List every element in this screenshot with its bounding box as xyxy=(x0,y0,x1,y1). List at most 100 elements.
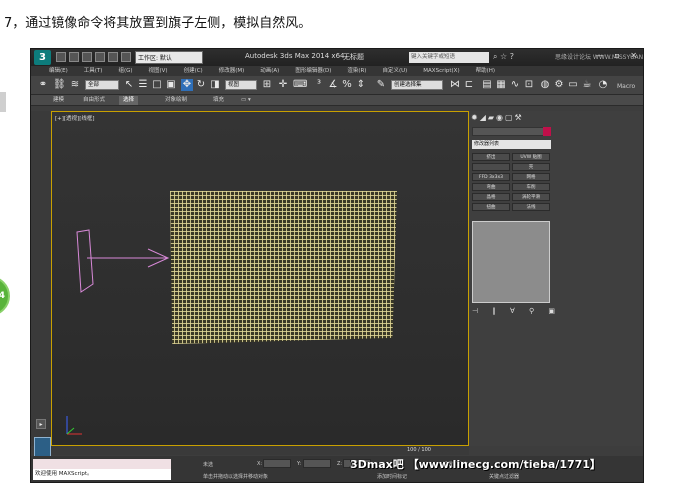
menu-tools[interactable]: 工具(T) xyxy=(84,66,103,76)
time-slider[interactable]: 100 / 100 xyxy=(51,446,469,455)
menu-edit[interactable]: 编辑(E) xyxy=(49,66,68,76)
modifier-button-normal[interactable]: 法线 xyxy=(512,203,550,211)
menu-views[interactable]: 视图(V) xyxy=(149,66,168,76)
menu-rendering[interactable]: 渲染(R) xyxy=(347,66,366,76)
select-by-name-icon[interactable]: ☰ xyxy=(137,79,149,91)
ribbon-tab-object-paint[interactable]: 对象绘制 xyxy=(161,96,191,105)
snaps-toggle-icon[interactable]: ³ xyxy=(313,79,325,91)
ribbon-tab-modeling[interactable]: 建模 xyxy=(49,96,68,105)
selection-filter-select[interactable]: 全部 xyxy=(85,80,119,90)
edit-named-sel-icon[interactable]: ✎ xyxy=(375,79,387,91)
modifier-button-ffd[interactable]: FFD 3x3x3 xyxy=(472,173,510,181)
menu-help[interactable]: 帮助(H) xyxy=(476,66,495,76)
rendered-frame-icon[interactable]: ▭ xyxy=(567,79,579,91)
menu-modifiers[interactable]: 修改器(M) xyxy=(219,66,245,76)
select-object-icon[interactable]: ↖ xyxy=(123,79,135,91)
macro-label: Macro xyxy=(617,83,636,90)
unlink-icon[interactable]: ⛓ xyxy=(53,79,66,91)
menu-create[interactable]: 创建(C) xyxy=(184,66,203,76)
material-editor-icon[interactable]: ◍ xyxy=(539,79,551,91)
save-file-icon[interactable] xyxy=(82,52,92,62)
x-coord-field[interactable] xyxy=(263,459,291,468)
modifier-button-bend[interactable]: 弯曲 xyxy=(472,183,510,191)
keyboard-shortcut-icon[interactable]: ⌨ xyxy=(293,79,307,91)
ribbon: 建模 自由形式 选择 对象绘制 填充 ▭ ▾ xyxy=(31,95,643,106)
side-badge-number: 4 xyxy=(0,291,5,301)
workspace-select[interactable]: 工作区: 默认 xyxy=(135,51,203,64)
ribbon-tab-freeform[interactable]: 自由形式 xyxy=(79,96,109,105)
curve-editor-icon[interactable]: ∿ xyxy=(509,79,521,91)
wind-plane xyxy=(76,229,94,293)
axis-tripod-icon xyxy=(66,416,82,435)
link-icon[interactable]: ⚭ xyxy=(37,79,49,91)
modifier-button-lathe[interactable]: 车削 xyxy=(512,183,550,191)
app-logo-icon[interactable]: 3 xyxy=(34,50,51,65)
ribbon-tab-selection[interactable]: 选择 xyxy=(119,96,139,105)
select-rotate-icon[interactable]: ↻ xyxy=(195,79,207,91)
modifier-list-select[interactable]: 修改器列表 xyxy=(472,140,551,149)
modifier-button-empty[interactable] xyxy=(472,163,510,171)
select-manipulate-icon[interactable]: ✛ xyxy=(277,79,289,91)
menu-group[interactable]: 组(G) xyxy=(118,66,132,76)
menu-bar: 编辑(E) 工具(T) 组(G) 视图(V) 创建(C) 修改器(M) 动画(A… xyxy=(31,66,643,76)
modifier-button-turbosmooth[interactable]: 涡轮平滑 xyxy=(512,193,550,201)
percent-snap-icon[interactable]: % xyxy=(341,79,353,91)
left-strip: ▸ xyxy=(31,111,51,459)
spinner-snap-icon[interactable]: ⇕ xyxy=(355,79,367,91)
project-folder-icon[interactable] xyxy=(121,52,131,62)
modifier-button-uvw[interactable]: UVW 贴图 xyxy=(512,153,550,161)
side-badge: 4 xyxy=(0,276,10,316)
perspective-viewport[interactable]: [+][透视][线框] xyxy=(51,111,469,446)
expand-icon[interactable]: ▸ xyxy=(36,419,46,429)
menu-maxscript[interactable]: MAXScript(X) xyxy=(423,66,459,76)
window-controls[interactable]: — ▫ ✕ xyxy=(596,51,641,60)
bind-spacewarp-icon[interactable]: ≋ xyxy=(69,79,81,91)
forum-watermark: 3Dmax吧 【www.linecg.com/tieba/1771】 xyxy=(350,458,601,471)
menu-customize[interactable]: 自定义(U) xyxy=(382,66,407,76)
reference-coord-select[interactable]: 视图 xyxy=(225,80,257,90)
angle-snap-icon[interactable]: ∡ xyxy=(327,79,339,91)
maxscript-listener[interactable] xyxy=(33,459,171,469)
window-crossing-icon[interactable]: ▣ xyxy=(165,79,177,91)
modifier-stack[interactable] xyxy=(472,221,550,303)
ribbon-tab-populate[interactable]: 填充 xyxy=(209,96,228,105)
stack-controls[interactable]: ⊣ ‖ ∀ ⚲ ▣ xyxy=(472,307,561,315)
modifier-button-shell[interactable]: 壳 xyxy=(512,163,550,171)
object-name-field[interactable] xyxy=(472,127,546,136)
align-icon[interactable]: ⊏ xyxy=(463,79,475,91)
layer-manager-icon[interactable]: ▤ xyxy=(481,79,493,91)
select-move-icon[interactable]: ✥ xyxy=(181,79,193,91)
open-file-icon[interactable] xyxy=(69,52,79,62)
schematic-view-icon[interactable]: ⊡ xyxy=(523,79,535,91)
graphite-tools-icon[interactable]: ▦ xyxy=(495,79,507,91)
time-frame-label: 100 / 100 xyxy=(407,447,431,453)
rect-selection-icon[interactable]: □ xyxy=(151,79,163,91)
key-filter-label[interactable]: 关键点过滤器 xyxy=(489,473,519,480)
document-title: 无标题 xyxy=(343,53,364,61)
named-selection-select[interactable]: 创建选择集 xyxy=(391,80,443,90)
new-file-icon[interactable] xyxy=(56,52,66,62)
menu-graph-editors[interactable]: 图形编辑器(D) xyxy=(295,66,331,76)
y-coord-field[interactable] xyxy=(303,459,331,468)
render-iterative-icon[interactable]: ◔ xyxy=(597,79,609,91)
ribbon-options-icon[interactable]: ▭ ▾ xyxy=(237,96,255,105)
prompt-hint: 单击并拖动以选择并移动对象 xyxy=(203,474,269,480)
pivot-center-icon[interactable]: ⊞ xyxy=(261,79,273,91)
menu-animation[interactable]: 动画(A) xyxy=(260,66,279,76)
modifier-button-lattice[interactable]: 晶格 xyxy=(472,193,510,201)
modifier-button-twist[interactable]: 扭曲 xyxy=(472,203,510,211)
search-input[interactable]: 键入关键字或短语 xyxy=(409,52,489,63)
maxscript-welcome[interactable]: 欢迎使用 MAXScript。 xyxy=(33,469,171,480)
undo-icon[interactable] xyxy=(95,52,105,62)
redo-icon[interactable] xyxy=(108,52,118,62)
select-scale-icon[interactable]: ◨ xyxy=(209,79,221,91)
modifier-button-extrude[interactable]: 挤出 xyxy=(472,153,510,161)
mirror-icon[interactable]: ⋈ xyxy=(449,79,461,91)
render-setup-icon[interactable]: ⚙ xyxy=(553,79,565,91)
command-panel-tabs[interactable]: ✹◢▰◉▢⚒ xyxy=(471,113,524,122)
help-icons[interactable]: ⌕ ☆ ? xyxy=(493,52,514,62)
add-time-tag[interactable]: 添加时间标记 xyxy=(377,473,407,480)
modifier-button-mesh[interactable]: 网格 xyxy=(512,173,550,181)
object-color-swatch[interactable] xyxy=(543,127,551,136)
render-icon[interactable]: ☕ xyxy=(581,79,593,91)
